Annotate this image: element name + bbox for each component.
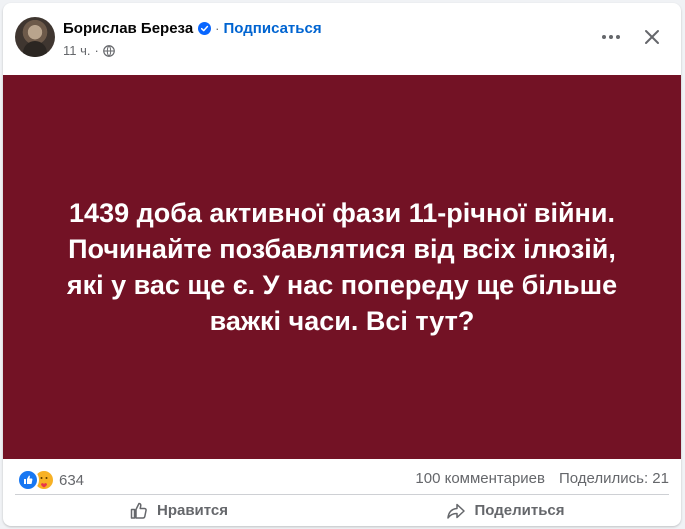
share-button-label: Поделиться (474, 502, 565, 519)
globe-icon[interactable] (102, 44, 115, 57)
meta-separator: · (94, 43, 99, 58)
post-actions: Нравится Поделиться (15, 495, 669, 526)
post-text-background: 1439 доба активної фази 11-річної війни.… (3, 75, 681, 459)
close-button[interactable] (637, 22, 667, 52)
reactions-count[interactable]: 634 (59, 472, 84, 489)
like-button[interactable]: Нравится (15, 495, 342, 526)
like-reaction-icon (17, 469, 39, 491)
post-text: 1439 доба активної фази 11-річної війни.… (66, 198, 618, 336)
more-icon (602, 35, 606, 39)
author-name[interactable]: Борислав Береза (63, 20, 193, 37)
author-row: Борислав Береза · Подписаться (63, 20, 322, 37)
like-button-label: Нравится (156, 502, 229, 519)
name-separator: · (215, 21, 220, 36)
post-stats: 634 100 комментариев Поделились: 21 (3, 459, 681, 499)
author-avatar[interactable] (15, 17, 55, 57)
thumbs-up-icon (130, 502, 147, 519)
post-meta: 11 ч. · (63, 43, 115, 58)
share-arrow-icon (447, 503, 466, 519)
post-card: Борислав Береза · Подписаться 11 ч. · 14… (3, 3, 681, 526)
post-header: Борислав Береза · Подписаться 11 ч. · (3, 3, 681, 73)
close-icon (645, 30, 659, 44)
shares-count[interactable]: Поделились: 21 (559, 470, 669, 487)
post-time[interactable]: 11 ч. (63, 43, 91, 58)
subscribe-button[interactable]: Подписаться (224, 20, 322, 37)
verified-badge-icon (198, 22, 212, 35)
more-options-button[interactable] (597, 23, 625, 51)
reactions-summary[interactable]: 634 (17, 469, 84, 491)
engagement-counts: 100 комментариев Поделились: 21 (415, 470, 669, 487)
comments-count[interactable]: 100 комментариев (415, 470, 545, 487)
share-button[interactable]: Поделиться (342, 495, 669, 526)
